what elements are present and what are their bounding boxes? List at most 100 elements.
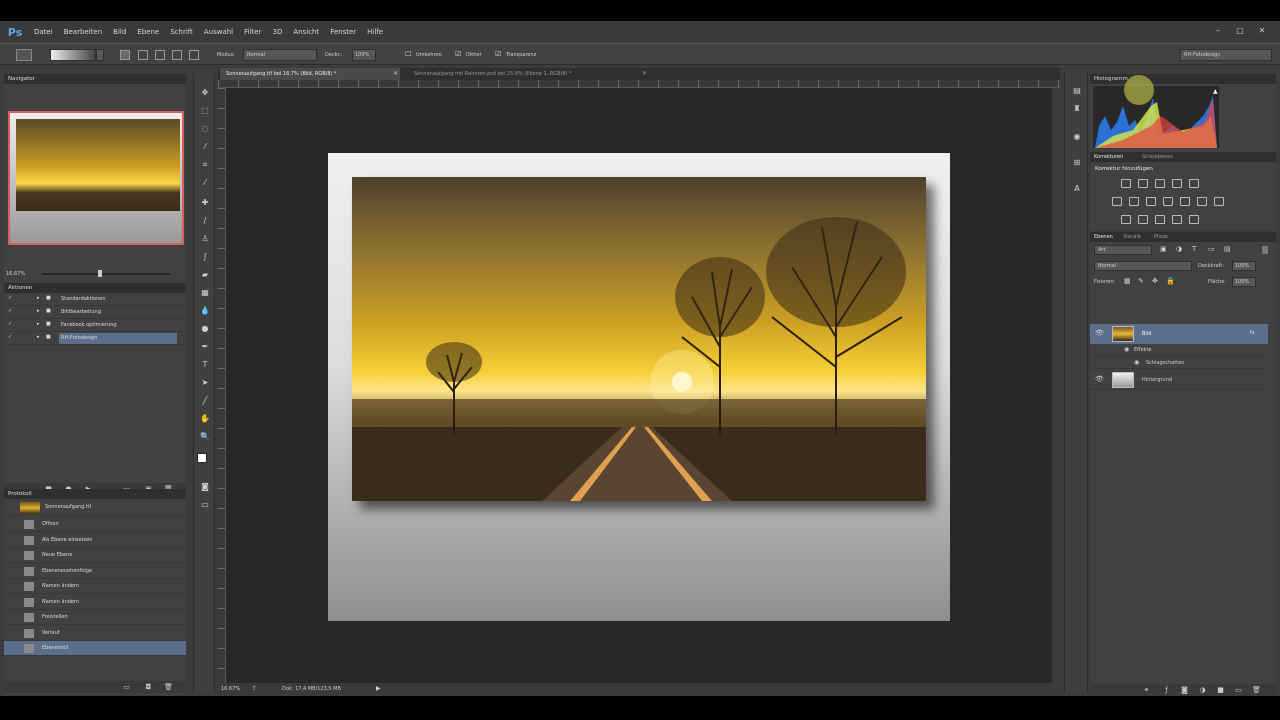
eraser-tool-icon[interactable]: ▰ [199,269,211,281]
hue-saturation-icon[interactable] [1129,197,1139,206]
type-tool-icon[interactable]: T [199,359,211,371]
diamond-gradient-icon[interactable] [189,50,199,60]
clone-stamp-tool-icon[interactable]: ♙ [199,233,211,245]
status-menu-arrow[interactable]: ▶ [376,685,381,692]
history-brush-tool-icon[interactable]: ∫ [199,251,211,263]
layer-opacity-input[interactable]: 100% [1232,261,1256,271]
restore-icon[interactable]: ▢ [1234,26,1246,36]
quick-mask-icon[interactable]: ◙ [199,481,211,493]
foreground-color-swatch[interactable] [197,453,207,463]
action-set-row[interactable]: ✓ ▸ ■ Facebook optimierung [4,319,186,332]
blend-mode-select[interactable]: Normal [1094,261,1192,271]
expand-icon[interactable]: ▸ [37,321,40,327]
threshold-icon[interactable] [1155,215,1165,224]
menu-hilfe[interactable]: Hilfe [367,28,383,36]
tab-pfade[interactable]: Pfade [1154,234,1168,240]
dropshadow-eye-icon[interactable]: ◉ [1134,359,1139,366]
zoom-tool-icon[interactable]: 🔍 [199,431,211,443]
dodge-tool-icon[interactable]: ● [199,323,211,335]
gradient-picker[interactable] [50,49,96,61]
add-style-icon[interactable]: ƒ [1162,686,1171,694]
lock-position-icon[interactable]: ✥ [1152,277,1158,285]
history-state[interactable]: Namen ändern [4,595,186,610]
menu-bearbeiten[interactable]: Bearbeiten [64,28,102,36]
photo-filter-icon[interactable] [1180,197,1190,206]
shape-tool-icon[interactable]: ╱ [199,395,211,407]
character-dock-icon[interactable]: A [1071,183,1083,195]
vibrance-icon[interactable] [1112,197,1122,206]
pen-tool-icon[interactable]: ✒ [199,341,211,353]
menu-datei[interactable]: Datei [34,28,53,36]
fx-badge[interactable]: fx [1250,330,1255,336]
delete-layer-icon[interactable]: 🗑 [1252,686,1261,694]
healing-brush-tool-icon[interactable]: ✚ [199,197,211,209]
new-adjustment-icon[interactable]: ◑ [1198,686,1207,694]
filter-pixel-icon[interactable]: ▣ [1160,245,1167,253]
selective-color-icon[interactable] [1172,215,1182,224]
tool-preset-picker[interactable] [16,49,32,61]
levels-icon[interactable] [1138,179,1148,188]
color-dock-icon[interactable]: ◉ [1071,131,1083,143]
vibrance-gradient-icon[interactable] [1189,179,1199,188]
new-layer-icon[interactable]: ▭ [1234,686,1243,694]
menu-bild[interactable]: Bild [113,28,126,36]
add-mask-icon[interactable]: ◙ [1180,686,1189,694]
quick-selection-tool-icon[interactable]: ⁄ [199,141,211,153]
eyedropper-tool-icon[interactable]: ⁄ [199,177,211,189]
fill-input[interactable]: 100% [1232,277,1256,287]
posterize-icon[interactable] [1138,215,1148,224]
history-state[interactable]: Verlauf [4,626,186,641]
navigator-zoom[interactable]: 16,67% [6,271,25,277]
expand-icon[interactable]: ▸ [37,295,40,301]
history-state[interactable]: Ebenenstil [4,641,186,656]
tab-korrekturen[interactable]: Korrekturen [1094,154,1123,160]
reverse-checkbox[interactable]: ☐ [405,50,411,58]
export-icon[interactable]: ⇪ [252,685,257,692]
tab-ebenen[interactable]: Ebenen [1094,234,1113,240]
layer-effects-row[interactable]: ◉ Effekte [1090,344,1268,356]
menu-fenster[interactable]: Fenster [330,28,356,36]
document-canvas[interactable] [328,153,950,621]
gradient-tool-icon[interactable]: ▦ [199,287,211,299]
trash-icon[interactable]: 🗑 [164,683,173,691]
navigator-preview[interactable] [8,111,184,245]
close-tab-icon[interactable]: ✕ [393,70,398,77]
menu-ansicht[interactable]: Ansicht [293,28,319,36]
crop-tool-icon[interactable]: ⌗ [199,159,211,171]
exposure-icon[interactable] [1172,179,1182,188]
action-set-row[interactable]: ✓ ▸ ■ Bildbearbeitung [4,306,186,319]
transparency-checkbox[interactable]: ☑ [495,50,501,58]
mode-select[interactable]: Normal [243,49,317,61]
radial-gradient-icon[interactable] [138,50,148,60]
visibility-eye-icon[interactable]: 👁 [1095,329,1104,337]
history-state[interactable]: Ebeneneuehenfolge [4,564,186,579]
angle-gradient-icon[interactable] [155,50,165,60]
reflected-gradient-icon[interactable] [172,50,182,60]
expand-icon[interactable]: ▸ [37,308,40,314]
history-state[interactable]: Öffnen [4,517,186,532]
filter-type-icon[interactable]: T [1192,245,1196,253]
path-selection-tool-icon[interactable]: ➤ [199,377,211,389]
minimize-icon[interactable]: – [1212,26,1224,36]
close-icon[interactable]: ✕ [1256,26,1268,36]
hand-tool-icon[interactable]: ✋ [199,413,211,425]
black-white-icon[interactable] [1163,197,1173,206]
tab-kanaele[interactable]: Kanäle [1124,234,1141,240]
lock-pixels-icon[interactable]: ✎ [1138,277,1144,285]
history-state[interactable]: Als Ebene einsetzen [4,533,186,548]
history-state[interactable]: Namen ändern [4,579,186,594]
layer-filter-select[interactable]: Art [1094,245,1152,255]
filter-shape-icon[interactable]: ▭ [1208,245,1215,253]
status-zoom[interactable]: 16,67% [221,686,240,692]
effects-eye-icon[interactable]: ◉ [1124,346,1129,353]
dither-checkbox[interactable]: ☑ [455,50,461,58]
link-layers-icon[interactable]: ⚭ [1142,686,1151,694]
new-document-icon[interactable]: ▭ [122,683,131,691]
action-set-row[interactable]: ✓ ▸ ■ Standardaktionen [4,293,186,306]
brightness-contrast-icon[interactable] [1121,179,1131,188]
warning-icon[interactable]: ▲ [1213,88,1218,95]
visibility-eye-icon[interactable]: 👁 [1095,375,1104,383]
menu-3d[interactable]: 3D [272,28,282,36]
histogram-dock-icon[interactable]: ▤ [1071,85,1083,97]
color-lookup-icon[interactable] [1214,197,1224,206]
